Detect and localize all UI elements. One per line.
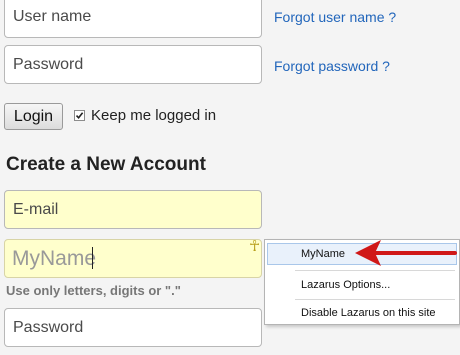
forgot-username-link[interactable]: Forgot user name ? [274,9,396,25]
red-arrow-icon [355,240,457,266]
menu-separator [295,270,455,271]
password-input[interactable] [4,45,262,84]
email-input[interactable] [4,190,262,229]
forgot-password-link[interactable]: Forgot password ? [274,58,390,74]
text-cursor [92,247,93,269]
checkmark-icon [75,112,84,120]
menu-separator [295,299,455,300]
username-hint: Use only letters, digits or "." [6,283,181,298]
new-password-input[interactable] [4,308,262,347]
keep-logged-in-label[interactable]: Keep me logged in [91,107,216,124]
create-account-heading: Create a New Account [6,154,206,175]
keep-logged-in-checkbox[interactable] [74,110,85,121]
menu-item-lazarus-options[interactable]: Lazarus Options... [267,274,457,296]
menu-item-disable-lazarus[interactable]: Disable Lazarus on this site [267,302,457,324]
username-input[interactable] [4,0,262,38]
ankh-icon[interactable]: ☥ [249,239,260,254]
new-username-input[interactable] [4,239,262,278]
login-button[interactable]: Login [4,103,63,130]
